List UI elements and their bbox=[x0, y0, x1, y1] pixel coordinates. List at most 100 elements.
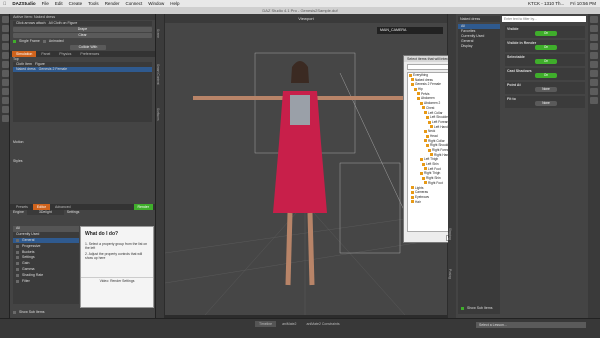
checkbox[interactable] bbox=[16, 262, 19, 266]
menu-tools[interactable]: Tools bbox=[88, 1, 99, 6]
checkbox[interactable] bbox=[16, 250, 19, 254]
toggle[interactable]: On bbox=[535, 73, 557, 78]
fit-selector[interactable]: Click arrows attach All Cloth on Figure bbox=[13, 21, 152, 26]
checkbox[interactable] bbox=[16, 273, 19, 277]
checkbox-icon[interactable] bbox=[428, 120, 431, 124]
tool-icon[interactable] bbox=[590, 16, 598, 23]
tool-icon[interactable] bbox=[590, 88, 598, 95]
fit-to-select[interactable]: None bbox=[535, 101, 557, 106]
checkbox-icon[interactable] bbox=[426, 115, 429, 119]
camera-selector[interactable]: MAIN_CAMERA bbox=[377, 27, 443, 34]
checkbox[interactable] bbox=[13, 311, 16, 314]
menu-window[interactable]: Window bbox=[148, 1, 164, 6]
tool-icon[interactable] bbox=[1, 34, 9, 41]
checkbox-icon[interactable] bbox=[422, 162, 425, 166]
checkbox[interactable] bbox=[16, 238, 19, 242]
show-sub-items[interactable]: Show Sub Items bbox=[458, 306, 495, 311]
checkbox-icon[interactable] bbox=[411, 78, 414, 82]
tab-animate2-constraints[interactable]: aniMate2 Constraints bbox=[303, 321, 344, 327]
checkbox-icon[interactable] bbox=[417, 97, 420, 101]
tab-physics[interactable]: Physics bbox=[55, 51, 75, 57]
menu-help[interactable]: Help bbox=[170, 1, 179, 6]
app-menu[interactable]: DAZStudio bbox=[12, 1, 35, 6]
checkbox-icon[interactable] bbox=[430, 125, 433, 129]
collide-with-button[interactable]: Collide With bbox=[70, 45, 106, 50]
checkbox-icon[interactable] bbox=[426, 134, 429, 138]
menu-file[interactable]: File bbox=[42, 1, 49, 6]
figure[interactable] bbox=[193, 61, 407, 286]
tab-smart-content[interactable]: Smart Content bbox=[156, 54, 160, 94]
menu-render[interactable]: Render bbox=[105, 1, 120, 6]
tool-icon[interactable] bbox=[1, 16, 9, 23]
menu-create[interactable]: Create bbox=[69, 1, 83, 6]
engine-select[interactable]: 3Delight bbox=[26, 210, 64, 215]
tool-icon[interactable] bbox=[1, 52, 9, 59]
menu-edit[interactable]: Edit bbox=[55, 1, 63, 6]
checkbox-icon[interactable] bbox=[426, 143, 429, 147]
lesson-select[interactable]: Select a Lesson... bbox=[476, 322, 586, 328]
tool-icon[interactable] bbox=[1, 70, 9, 77]
list-item[interactable]: Filter bbox=[13, 278, 79, 284]
tab-shaping[interactable]: Shaping bbox=[448, 214, 452, 254]
checkbox-icon[interactable] bbox=[424, 139, 427, 143]
tab-scene[interactable]: Scene bbox=[156, 14, 160, 54]
tool-icon[interactable] bbox=[590, 25, 598, 32]
tab-preferences[interactable]: Preferences bbox=[76, 51, 103, 57]
checkbox[interactable] bbox=[16, 256, 19, 260]
checkbox-icon[interactable] bbox=[411, 83, 414, 87]
group-item[interactable]: Display bbox=[458, 44, 500, 49]
checkbox[interactable] bbox=[16, 279, 19, 283]
tab-timeline[interactable]: Timeline bbox=[255, 321, 277, 327]
tool-icon[interactable] bbox=[1, 79, 9, 86]
checkbox-icon[interactable] bbox=[422, 176, 425, 180]
tab-panel[interactable]: Panel bbox=[37, 51, 54, 57]
render-button[interactable]: Render bbox=[133, 204, 153, 210]
checkbox[interactable] bbox=[16, 244, 19, 248]
checkbox-icon[interactable] bbox=[414, 87, 417, 91]
tool-icon[interactable] bbox=[1, 25, 9, 32]
tab-animate2[interactable]: aniMate2 bbox=[278, 321, 300, 327]
checkbox-icon[interactable] bbox=[428, 148, 431, 152]
tool-icon[interactable] bbox=[590, 52, 598, 59]
tool-icon[interactable] bbox=[590, 43, 598, 50]
checkbox-icon[interactable] bbox=[411, 195, 414, 199]
video-link[interactable]: Video: Render Settings bbox=[81, 277, 153, 284]
toggle[interactable]: On bbox=[535, 45, 557, 50]
checkbox-icon[interactable] bbox=[424, 111, 427, 115]
tool-icon[interactable] bbox=[1, 61, 9, 68]
checkbox-icon[interactable] bbox=[420, 158, 423, 162]
checkbox[interactable] bbox=[16, 267, 19, 271]
checkbox-icon[interactable] bbox=[424, 167, 427, 171]
apple-icon[interactable]:  bbox=[3, 1, 6, 6]
tool-icon[interactable] bbox=[1, 97, 9, 104]
tool-icon[interactable] bbox=[1, 106, 9, 113]
checkbox-icon[interactable] bbox=[424, 181, 427, 185]
tab-surfaces[interactable]: Surfaces bbox=[156, 94, 160, 134]
toggle[interactable]: On bbox=[535, 59, 557, 64]
checkbox-icon[interactable] bbox=[430, 153, 433, 157]
tab-posing[interactable]: Posing bbox=[448, 254, 452, 294]
tool-icon[interactable] bbox=[590, 34, 598, 41]
animated-radio[interactable] bbox=[42, 40, 46, 43]
tool-icon[interactable] bbox=[1, 115, 9, 122]
tool-icon[interactable] bbox=[590, 70, 598, 77]
checkbox[interactable] bbox=[461, 307, 464, 310]
show-sub-items[interactable]: Show Sub Items bbox=[10, 310, 47, 315]
tool-icon[interactable] bbox=[590, 61, 598, 68]
point-at-select[interactable]: None bbox=[535, 87, 557, 92]
checkbox-icon[interactable] bbox=[411, 186, 414, 190]
tool-icon[interactable] bbox=[590, 97, 598, 104]
tool-icon[interactable] bbox=[590, 79, 598, 86]
single-frame-radio[interactable] bbox=[13, 40, 16, 43]
tool-icon[interactable] bbox=[1, 43, 9, 50]
checkbox-icon[interactable] bbox=[420, 101, 423, 105]
checkbox-icon[interactable] bbox=[417, 92, 420, 96]
checkbox-icon[interactable] bbox=[424, 129, 427, 133]
drape-button[interactable]: Drape bbox=[13, 27, 152, 32]
checkbox-icon[interactable] bbox=[411, 200, 414, 204]
checkbox-icon[interactable] bbox=[422, 106, 425, 110]
clear-button[interactable]: Clear bbox=[13, 33, 152, 38]
search-input[interactable]: Enter text to filter by... bbox=[502, 16, 586, 22]
checkbox-icon[interactable] bbox=[420, 172, 423, 176]
menu-connect[interactable]: Connect bbox=[125, 1, 142, 6]
